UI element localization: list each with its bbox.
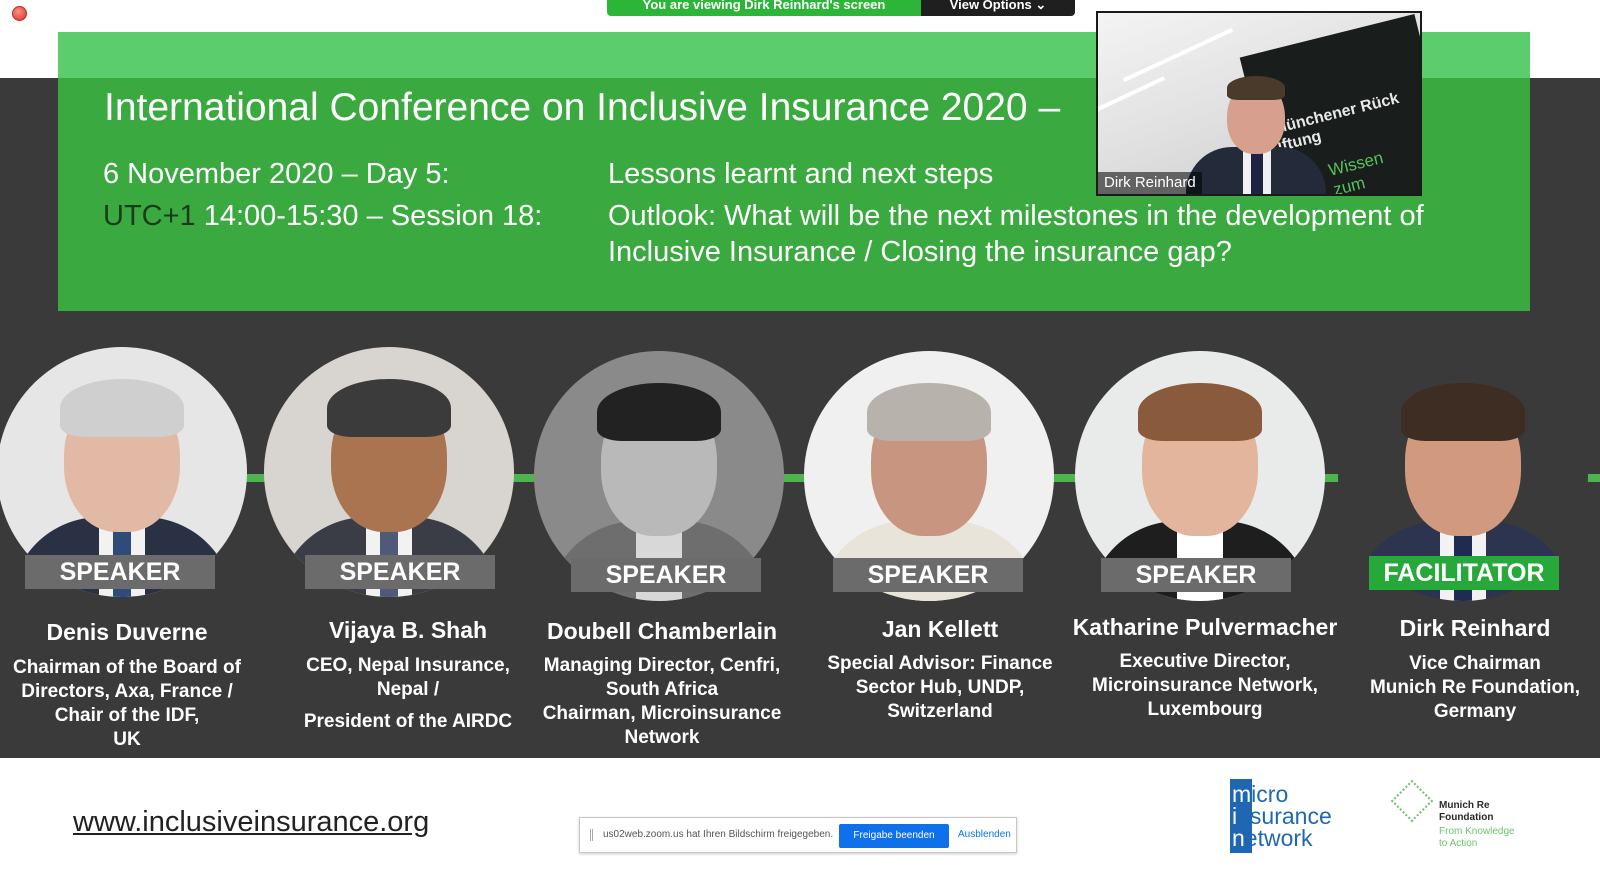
conference-title: International Conference on Inclusive In… bbox=[104, 86, 1061, 129]
session-time: UTC+1 14:00-15:30 – Session 18: bbox=[103, 200, 542, 233]
facilitator-badge: FACILITATOR bbox=[1369, 556, 1559, 590]
speaker-name-3: Doubell Chamberlain bbox=[546, 618, 778, 644]
speaker-name-4: Jan Kellett bbox=[881, 616, 999, 642]
diamond-logo-icon bbox=[1390, 779, 1434, 823]
view-options-label: View Options bbox=[949, 0, 1032, 12]
speaker-role-3: Managing Director, Cenfri, South Africa Ch… bbox=[542, 655, 782, 748]
speaker-name-1: Denis Duverne bbox=[46, 619, 208, 645]
speaker-badge-2: SPEAKER bbox=[305, 555, 495, 589]
share-status-text: You are viewing Dirk Reinhard's screen bbox=[642, 0, 886, 12]
participant-video[interactable]: Münchener Rück iftung Wissen zum Dirk Rei… bbox=[1096, 11, 1422, 196]
drag-handle-icon[interactable] bbox=[590, 829, 593, 841]
hide-notice-link[interactable]: Ausblenden bbox=[958, 829, 1011, 840]
date-topic: Lessons learnt and next steps bbox=[608, 158, 994, 190]
speaker-role-4: Special Advisor: Finance Sector Hub, UNDP… bbox=[827, 653, 1053, 722]
website-link[interactable]: www.inclusiveinsurance.org bbox=[73, 806, 429, 839]
stop-sharing-button[interactable]: Freigabe beenden bbox=[839, 824, 949, 848]
session-label: 14:00-15:30 – Session 18: bbox=[195, 200, 543, 232]
microinsurance-network-logo: micro insurance network bbox=[1230, 779, 1332, 853]
speaker-badge-3: SPEAKER bbox=[571, 558, 761, 592]
notice-text: us02web.zoom.us hat Ihren Bildschirm fre… bbox=[603, 829, 834, 840]
chevron-down-icon: ⌄ bbox=[1035, 0, 1047, 12]
date-label: 6 November 2020 – Day 5: bbox=[103, 158, 450, 190]
foundation-tagline: From Knowledge to Action bbox=[1439, 826, 1515, 849]
speaker-role-2: CEO, Nepal Insurance, Nepal / President of… bbox=[303, 655, 513, 732]
screen-share-status: You are viewing Dirk Reinhard's screen bbox=[607, 0, 921, 16]
presenter-hair bbox=[1227, 76, 1285, 100]
speaker-role-6: Vice Chairman Munich Re Foundation, German… bbox=[1369, 653, 1581, 722]
munich-re-foundation-logo: Munich Re Foundation From Knowledge to Act… bbox=[1390, 779, 1542, 850]
session-topic-line1: Outlook: What will be the next milestone… bbox=[608, 200, 1424, 232]
session-topic-line2: Inclusive Insurance / Closing the insura… bbox=[608, 236, 1232, 268]
speaker-name-5: Katharine Pulvermacher bbox=[1072, 614, 1338, 640]
foundation-name: Munich Re Foundation bbox=[1439, 800, 1494, 823]
speaker-role-1: Chairman of the Board of Directors, Axa, … bbox=[12, 657, 241, 750]
speaker-name-6: Dirk Reinhard bbox=[1399, 615, 1551, 641]
red-circle-icon[interactable] bbox=[12, 6, 27, 21]
speaker-role-5: Executive Director, Microinsurance Networ… bbox=[1092, 651, 1318, 720]
speaker-badge-1: SPEAKER bbox=[25, 555, 215, 589]
participant-name-label: Dirk Reinhard bbox=[1098, 172, 1202, 194]
speaker-badge-4: SPEAKER bbox=[833, 558, 1023, 592]
ceiling-light bbox=[1098, 76, 1166, 114]
speaker-name-2: Vijaya B. Shah bbox=[328, 617, 488, 643]
view-options-button[interactable]: View Options ⌄ bbox=[921, 0, 1075, 16]
presenter-tie bbox=[1251, 153, 1263, 194]
utc-label: UTC+1 bbox=[103, 200, 196, 232]
screen-share-notice: us02web.zoom.us hat Ihren Bildschirm fre… bbox=[579, 817, 1017, 853]
speaker-badge-5: SPEAKER bbox=[1101, 558, 1291, 592]
ceiling-light bbox=[1122, 27, 1234, 83]
